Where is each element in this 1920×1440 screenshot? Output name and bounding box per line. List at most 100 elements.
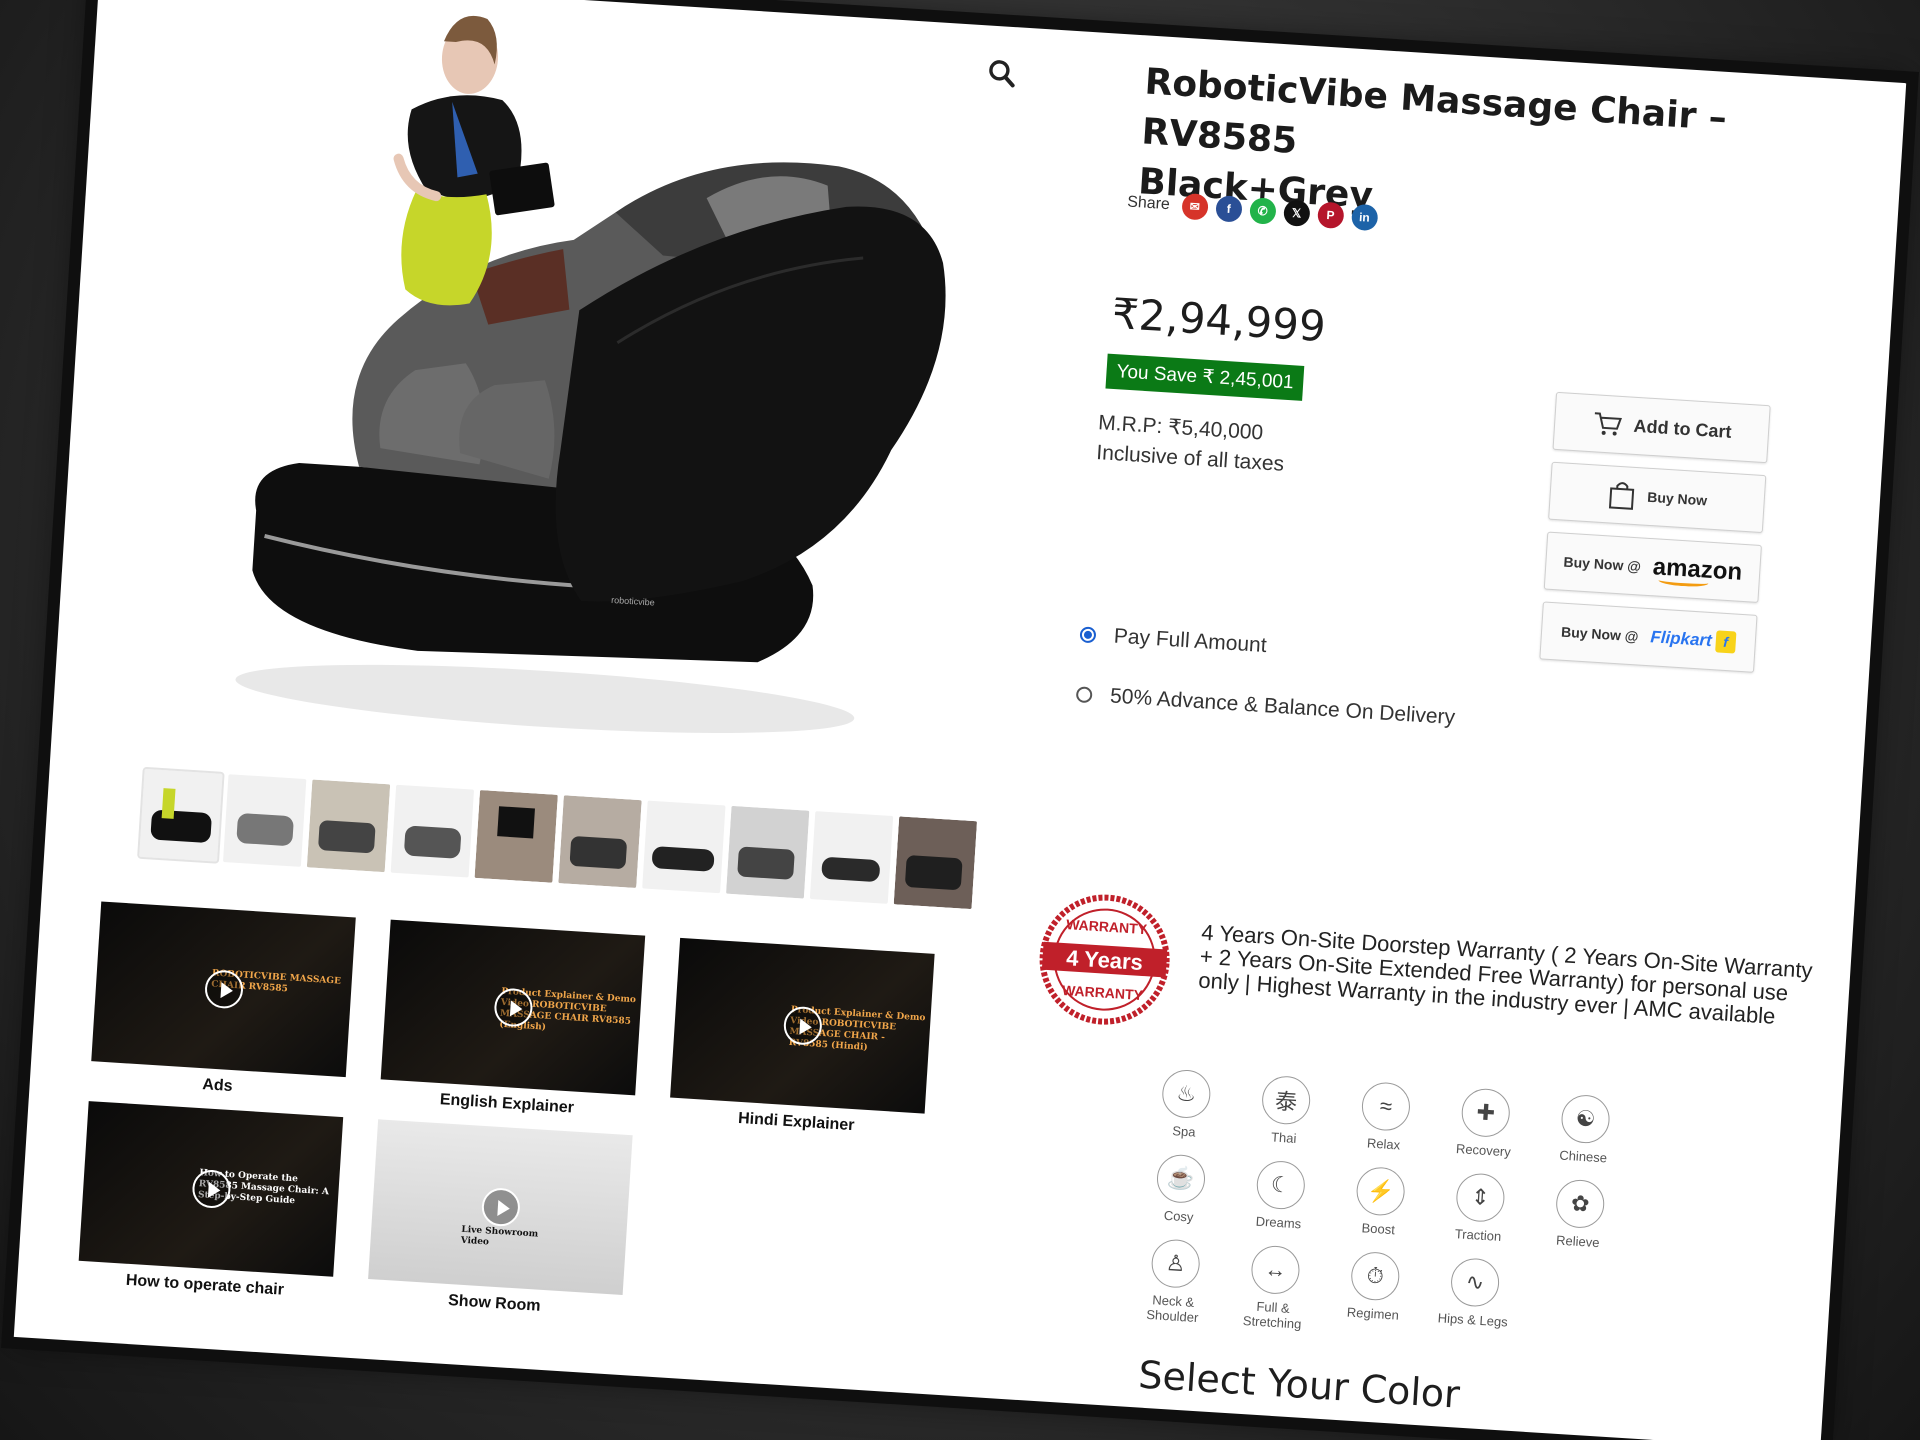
- buy-on-amazon-button[interactable]: Buy Now @ amazon: [1543, 531, 1762, 603]
- cart-icon: [1594, 412, 1622, 436]
- thumbnail-4[interactable]: [390, 784, 475, 878]
- mode-label: Cosy: [1163, 1207, 1194, 1225]
- mode-label: Hips & Legs: [1437, 1310, 1509, 1330]
- buy-now-button[interactable]: Buy Now: [1548, 461, 1767, 534]
- thumbnail-6[interactable]: [558, 795, 642, 889]
- traction-icon: ⇕: [1454, 1172, 1506, 1224]
- hips-legs-icon: ∿: [1449, 1257, 1501, 1308]
- warranty-badge-main: 4 Years: [1066, 945, 1144, 975]
- amazon-logo: amazon: [1652, 553, 1743, 586]
- yin-yang-icon: ☯: [1560, 1093, 1612, 1145]
- thumbnail-strip: [137, 766, 983, 917]
- mode-recovery[interactable]: ✚ Recovery: [1438, 1086, 1532, 1161]
- mode-spa[interactable]: ♨ Spa: [1139, 1067, 1233, 1142]
- add-to-cart-button[interactable]: Add to Cart: [1552, 391, 1771, 464]
- mode-regimen[interactable]: ⏱ Regimen: [1328, 1249, 1422, 1324]
- product-page: roboticvibe ROBOTICVIBE MASSAGE CHAIR RV…: [13, 0, 1907, 1440]
- thumbnail-3[interactable]: [306, 779, 391, 873]
- mode-relax[interactable]: ≈ Relax: [1338, 1080, 1432, 1155]
- mode-label: Chinese: [1558, 1147, 1608, 1166]
- radio-checked-icon[interactable]: [1079, 626, 1097, 644]
- play-icon[interactable]: [203, 969, 244, 1010]
- thumbnail-7[interactable]: [642, 800, 726, 894]
- pinterest-icon[interactable]: P: [1316, 201, 1345, 230]
- video-ads[interactable]: ROBOTICVIBE MASSAGE CHAIR RV8585 Ads: [90, 901, 356, 1103]
- mode-relieve[interactable]: ✿ Relieve: [1532, 1177, 1626, 1252]
- video-english-explainer[interactable]: Product Explainer & Demo Video ROBOTICVI…: [379, 919, 646, 1122]
- price: ₹2,94,999: [1110, 288, 1328, 352]
- mode-chinese[interactable]: ☯ Chinese: [1538, 1092, 1632, 1167]
- screen-background: roboticvibe ROBOTICVIBE MASSAGE CHAIR RV…: [0, 0, 1920, 1440]
- product-title: RoboticVibe Massage Chair – RV8585 Black…: [1137, 57, 1865, 252]
- mode-cosy[interactable]: ☕ Cosy: [1133, 1152, 1227, 1227]
- recovery-icon: ✚: [1460, 1087, 1512, 1139]
- video-thumbnail: ROBOTICVIBE MASSAGE CHAIR RV8585: [91, 901, 356, 1078]
- thumbnail-1[interactable]: [137, 766, 225, 864]
- massage-modes: ♨ Spa 泰 Thai ≈ Relax ✚ Recovery ☯ Chinese ☕ Co…: [1127, 1067, 1612, 1355]
- relieve-icon: ✿: [1554, 1178, 1606, 1230]
- mode-dreams[interactable]: ☾ Dreams: [1233, 1158, 1327, 1233]
- whatsapp-icon[interactable]: ✆: [1248, 197, 1277, 225]
- warranty-text: 4 Years On-Site Doorstep Warranty ( 2 Ye…: [1197, 919, 1814, 1029]
- thumbnail-5[interactable]: [474, 790, 558, 883]
- mode-neck-shoulder[interactable]: ♙ Neck & Shoulder: [1127, 1237, 1222, 1326]
- email-icon[interactable]: ✉: [1180, 192, 1209, 221]
- video-hindi-explainer[interactable]: Product Explainer & Demo Video ROBOTICVI…: [668, 937, 935, 1140]
- mode-label: Dreams: [1255, 1213, 1302, 1232]
- video-caption: Live Showroom Video: [460, 1224, 539, 1248]
- video-show-room[interactable]: Live Showroom Video Show Room: [366, 1119, 633, 1321]
- mode-label: Thai: [1270, 1129, 1297, 1146]
- mode-label: Boost: [1361, 1220, 1396, 1238]
- buy-now-label: Buy Now: [1646, 488, 1708, 509]
- flipkart-logo: Flipkart f: [1649, 626, 1737, 654]
- payment-option-label: 50% Advance & Balance On Delivery: [1109, 684, 1456, 730]
- mode-full-stretching[interactable]: ↔ Full & Stretching: [1227, 1243, 1322, 1332]
- radio-unchecked-icon[interactable]: [1075, 686, 1093, 704]
- mode-thai[interactable]: 泰 Thai: [1238, 1073, 1332, 1148]
- thumbnail-9[interactable]: [809, 811, 894, 904]
- cosy-icon: ☕: [1155, 1153, 1207, 1205]
- boost-icon: ⚡: [1355, 1165, 1407, 1217]
- linkedin-icon[interactable]: in: [1350, 203, 1379, 232]
- share-label: Share: [1126, 193, 1171, 214]
- stretching-icon: ↔: [1250, 1244, 1301, 1296]
- play-icon[interactable]: [190, 1168, 232, 1210]
- payment-option-advance[interactable]: 50% Advance & Balance On Delivery: [1075, 682, 1456, 730]
- thai-icon: 泰: [1260, 1074, 1312, 1126]
- dreams-icon: ☾: [1255, 1159, 1307, 1211]
- mode-boost[interactable]: ⚡ Boost: [1333, 1165, 1427, 1240]
- thumbnail-2[interactable]: [223, 774, 307, 867]
- mode-label: Relax: [1366, 1135, 1401, 1153]
- mode-label: Traction: [1454, 1226, 1502, 1245]
- regimen-icon: ⏱: [1349, 1250, 1401, 1302]
- video-thumbnail: Product Explainer & Demo Video ROBOTICVI…: [670, 937, 935, 1114]
- product-gallery: roboticvibe ROBOTICVIBE MASSAGE CHAIR RV…: [14, 0, 1058, 1397]
- shopping-bag-icon: [1608, 482, 1634, 510]
- mrp-block: M.R.P: ₹5,40,000 Inclusive of all taxes: [1095, 408, 1286, 480]
- mode-label: Relieve: [1555, 1232, 1600, 1251]
- mode-label: Full & Stretching: [1242, 1298, 1302, 1332]
- x-icon[interactable]: 𝕏: [1282, 199, 1311, 227]
- facebook-icon[interactable]: f: [1214, 195, 1243, 223]
- neck-shoulder-icon: ♙: [1150, 1238, 1202, 1290]
- mode-hips-legs[interactable]: ∿ Hips & Legs: [1427, 1256, 1521, 1331]
- mode-label: Spa: [1171, 1123, 1196, 1140]
- thumbnail-10[interactable]: [893, 816, 978, 910]
- play-icon[interactable]: [480, 1186, 521, 1228]
- flipkart-wordmark: Flipkart: [1649, 627, 1713, 651]
- payment-option-full[interactable]: Pay Full Amount: [1079, 622, 1267, 658]
- video-gallery: ROBOTICVIBE MASSAGE CHAIR RV8585 Ads Pro…: [75, 901, 980, 1375]
- thumbnail-8[interactable]: [726, 805, 810, 899]
- search-zoom-icon[interactable]: [984, 55, 1020, 91]
- buy-on-flipkart-button[interactable]: Buy Now @ Flipkart f: [1539, 601, 1758, 673]
- buy-now-at-label: Buy Now @: [1560, 623, 1639, 645]
- video-how-to-operate[interactable]: How to Operate the RV8585 Massage Chair:…: [77, 1101, 344, 1303]
- mode-traction[interactable]: ⇕ Traction: [1433, 1171, 1527, 1246]
- payment-option-label: Pay Full Amount: [1113, 624, 1268, 658]
- product-info: RoboticVibe Massage Chair – RV8585 Black…: [1022, 33, 1886, 1440]
- main-product-image[interactable]: roboticvibe: [111, 0, 977, 793]
- product-title-line-1: RoboticVibe Massage Chair – RV8585: [1140, 61, 1729, 163]
- savings-badge: You Save ₹ 2,45,001: [1105, 353, 1305, 401]
- mode-label: Neck & Shoulder: [1145, 1292, 1199, 1326]
- video-thumbnail: Live Showroom Video: [368, 1119, 633, 1295]
